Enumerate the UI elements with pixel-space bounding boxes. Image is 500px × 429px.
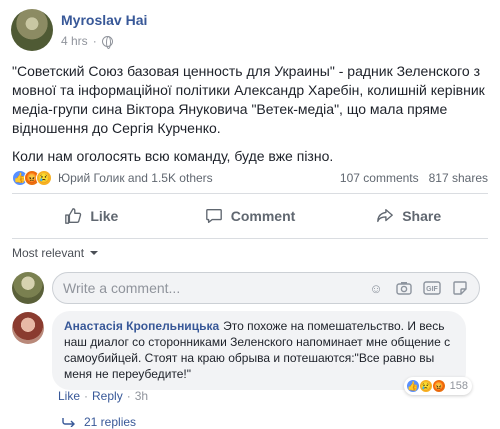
thumbs-up-icon [65, 208, 82, 224]
share-label: Share [402, 208, 442, 224]
sort-label: Most relevant [12, 246, 85, 260]
view-replies-link[interactable]: 21 replies [62, 415, 136, 429]
share-arrow-icon [377, 209, 394, 223]
like-icon: 👍 [405, 379, 420, 393]
comment-time[interactable]: 3h [135, 389, 148, 403]
like-label: Like [90, 208, 119, 224]
comment-bubble: Анастасія Кропельницька Это похоже на пом… [52, 311, 466, 390]
comment-reply-link[interactable]: Reply [92, 389, 123, 403]
post-stats: 👍 😡 😢 Юрий Голик and 1.5K others 107 com… [12, 168, 488, 188]
gif-icon[interactable]: GIF [423, 279, 441, 297]
speech-bubble-icon [205, 209, 222, 223]
sad-icon: 😢 [36, 170, 52, 186]
comment-like-link[interactable]: Like [58, 389, 80, 403]
post-paragraph: Коли нам оголосять всю команду, буде вже… [12, 148, 334, 164]
divider [12, 193, 488, 194]
divider [12, 238, 488, 239]
post-body: "Советский Союз базовая ценность для Укр… [12, 62, 490, 166]
globe-icon [101, 35, 113, 49]
post-meta: 4 hrs · [61, 33, 147, 49]
share-button[interactable]: Share [329, 200, 488, 232]
svg-text:GIF: GIF [426, 286, 438, 293]
sad-icon: 😢 [418, 379, 433, 393]
emoji-icon[interactable]: ☺ [367, 279, 385, 297]
reply-arrow-icon [62, 418, 75, 427]
comment-reactions[interactable]: 👍 😢 😡 158 [403, 377, 472, 395]
post-actions: Like Comment Share [12, 200, 488, 232]
comment-composer[interactable]: ☺ GIF [52, 272, 480, 304]
chevron-down-icon [90, 251, 99, 255]
camera-icon[interactable] [395, 279, 413, 297]
commenter-avatar[interactable] [12, 312, 44, 344]
comment-actions: Like · Reply · 3h [58, 389, 149, 403]
comment-input[interactable] [63, 280, 367, 296]
comment-reaction-count: 158 [449, 380, 468, 392]
post-time[interactable]: 4 hrs [61, 33, 88, 49]
user-avatar [12, 272, 44, 304]
comment-label: Comment [230, 208, 296, 224]
angry-icon: 😡 [431, 379, 446, 393]
post-paragraph: "Советский Союз базовая ценность для Укр… [12, 63, 485, 136]
reactors-text[interactable]: Юрий Голик and 1.5K others [58, 171, 213, 185]
shares-count[interactable]: 817 shares [429, 171, 488, 185]
like-button[interactable]: Like [12, 200, 171, 232]
author-avatar[interactable] [11, 9, 53, 51]
post-header: Myroslav Hai 4 hrs · [11, 9, 147, 51]
sticker-icon[interactable] [451, 279, 469, 297]
comments-count[interactable]: 107 comments [340, 171, 419, 185]
comment-author[interactable]: Анастасія Кропельницька [64, 319, 219, 333]
post-author[interactable]: Myroslav Hai [61, 11, 147, 29]
comment-button[interactable]: Comment [171, 200, 330, 232]
reaction-icons[interactable]: 👍 😡 😢 [12, 170, 52, 186]
sort-comments-dropdown[interactable]: Most relevant [12, 246, 99, 260]
replies-count: 21 replies [84, 415, 137, 429]
